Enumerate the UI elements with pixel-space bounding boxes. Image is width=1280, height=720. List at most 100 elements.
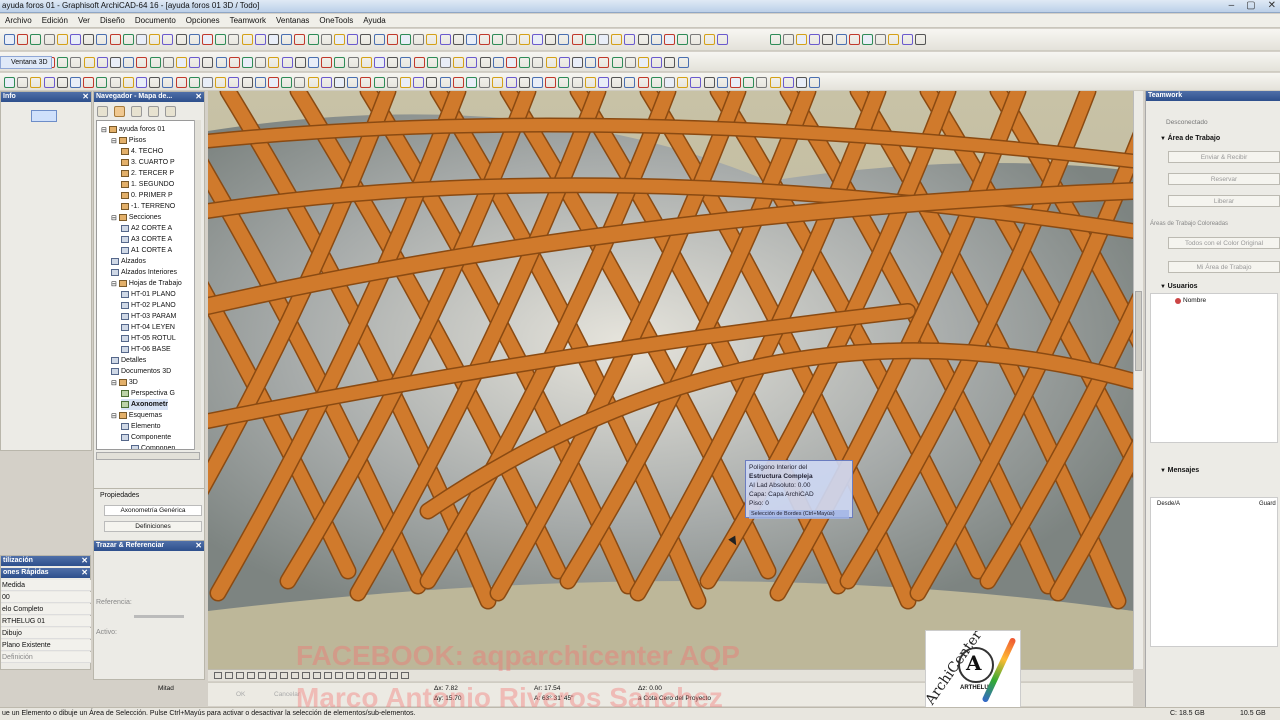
toolbar-tool-icon[interactable] — [585, 57, 597, 68]
toolbar-tool-icon[interactable] — [242, 57, 253, 68]
toolbar-tool-icon[interactable] — [518, 77, 530, 88]
toolbar-tool-icon[interactable] — [611, 57, 623, 68]
layout-book-icon[interactable] — [131, 106, 142, 117]
toolbar-tool-icon[interactable] — [703, 34, 715, 45]
toolbar-tool-icon[interactable] — [664, 34, 675, 45]
toolbar-tool-icon[interactable] — [360, 34, 372, 45]
expand-toggle-icon[interactable]: ⊟ — [111, 412, 117, 420]
navigator-item[interactable]: ⊟ ayuda foros 01 — [101, 124, 165, 135]
toolbar-tool-icon[interactable] — [360, 77, 372, 88]
toolbar-tool-icon[interactable] — [109, 77, 121, 88]
toolbar-tool-icon[interactable] — [519, 57, 531, 68]
view-control-icon[interactable] — [302, 672, 310, 679]
toolbar-tool-icon[interactable] — [334, 34, 345, 45]
toolbar-tool-icon[interactable] — [294, 34, 306, 45]
toolbar-tool-icon[interactable] — [122, 34, 134, 45]
view-control-icon[interactable] — [357, 672, 365, 679]
navigator-item[interactable]: HT-06 BASE — [121, 344, 171, 355]
view-control-icon[interactable] — [379, 672, 387, 679]
viewport-vertical-scrollbar[interactable] — [1133, 91, 1143, 669]
toolbar-tool-icon[interactable] — [176, 57, 187, 68]
toolbar-tool-icon[interactable] — [558, 34, 570, 45]
toolbar-tool-icon[interactable] — [294, 57, 306, 68]
navigator-item[interactable]: Componen — [131, 443, 175, 449]
toolbar-tool-icon[interactable] — [347, 34, 359, 45]
toolbar-tool-icon[interactable] — [624, 34, 636, 45]
tree-horizontal-scrollbar[interactable] — [96, 452, 200, 460]
navigator-item[interactable]: 3. CUARTO P — [121, 157, 175, 168]
toolbar-tool-icon[interactable] — [532, 34, 543, 45]
navigator-item[interactable]: Elemento — [121, 421, 161, 432]
toolbar-tool-icon[interactable] — [690, 77, 702, 88]
toolbar-tool-icon[interactable] — [386, 77, 398, 88]
toolbar-tool-icon[interactable] — [360, 57, 372, 68]
toolbar-tool-icon[interactable] — [57, 57, 69, 68]
navigator-item[interactable]: A1 CORTE A — [121, 245, 172, 256]
toolbar-tool-icon[interactable] — [518, 34, 530, 45]
navigator-item[interactable]: A3 CORTE A — [121, 234, 172, 245]
toolbar-tool-icon[interactable] — [796, 34, 807, 45]
toolbar-tool-icon[interactable] — [347, 57, 359, 68]
toolbar-tool-icon[interactable] — [703, 77, 715, 88]
toolbar-tool-icon[interactable] — [651, 57, 663, 68]
navigator-item[interactable]: 4. TECHO — [121, 146, 163, 157]
toolbar-tool-icon[interactable] — [228, 34, 240, 45]
menu-edicion[interactable]: Edición — [37, 16, 73, 25]
toolbar-tool-icon[interactable] — [122, 77, 134, 88]
toolbar-tool-icon[interactable] — [149, 57, 161, 68]
navigator-item[interactable]: Alzados Interiores — [111, 267, 177, 278]
toolbar-tool-icon[interactable] — [255, 57, 267, 68]
toolbar-tool-icon[interactable] — [638, 57, 649, 68]
toolbar-tool-icon[interactable] — [677, 57, 689, 68]
3d-model-canvas[interactable] — [208, 91, 1133, 669]
toolbar-tool-icon[interactable] — [479, 57, 491, 68]
toolbar-tool-icon[interactable] — [373, 34, 385, 45]
toolbar-tool-icon[interactable] — [400, 77, 411, 88]
view-control-icon[interactable] — [269, 672, 277, 679]
navigator-item[interactable]: A2 CORTE A — [121, 223, 172, 234]
navigator-item[interactable]: -1. TERRENO — [121, 201, 175, 212]
toolbar-tool-icon[interactable] — [716, 34, 728, 45]
toolbar-tool-icon[interactable] — [268, 77, 279, 88]
toolbar-tool-icon[interactable] — [175, 34, 187, 45]
expand-toggle-icon[interactable]: ⊟ — [111, 280, 117, 288]
toolbar-tool-icon[interactable] — [716, 77, 728, 88]
quick-option-row[interactable]: elo Completo — [1, 604, 91, 615]
toolbar-tool-icon[interactable] — [241, 77, 253, 88]
toolbar-tool-icon[interactable] — [888, 34, 900, 45]
view-control-icon[interactable] — [214, 672, 222, 679]
toolbar-tool-icon[interactable] — [809, 34, 821, 45]
toolbar-tool-icon[interactable] — [136, 77, 147, 88]
toolbar-tool-icon[interactable] — [162, 77, 174, 88]
quick-option-row[interactable]: Plano Existente — [1, 640, 91, 651]
close-button[interactable]: ✕ — [1268, 0, 1276, 11]
view-control-icon[interactable] — [258, 672, 266, 679]
quick-option-row[interactable]: Definición — [1, 652, 91, 663]
navigator-item[interactable]: HT-05 ROTUL — [121, 333, 176, 344]
toolbar-tool-icon[interactable] — [189, 57, 201, 68]
toolbar-tool-icon[interactable] — [202, 77, 213, 88]
toolbar-tool-icon[interactable] — [17, 77, 29, 88]
opacity-slider[interactable] — [134, 615, 184, 618]
view-control-icon[interactable] — [225, 672, 233, 679]
toolbar-tool-icon[interactable] — [650, 77, 662, 88]
navigator-item[interactable]: Detalles — [111, 355, 146, 366]
toolbar-tool-icon[interactable] — [505, 77, 517, 88]
toolbar-tool-icon[interactable] — [782, 34, 794, 45]
project-map-icon[interactable] — [97, 106, 108, 117]
3d-viewport[interactable] — [208, 91, 1133, 669]
toolbar-tool-icon[interactable] — [598, 77, 609, 88]
toolbar-tool-icon[interactable] — [782, 77, 794, 88]
toolbar-tool-icon[interactable] — [505, 34, 517, 45]
view-control-icon[interactable] — [236, 672, 244, 679]
menu-ventanas[interactable]: Ventanas — [271, 16, 314, 25]
view-control-icon[interactable] — [401, 672, 409, 679]
toolbar-tool-icon[interactable] — [400, 57, 412, 68]
toolbar-tool-icon[interactable] — [175, 77, 187, 88]
view-control-icon[interactable] — [346, 672, 354, 679]
view-control-icon[interactable] — [280, 672, 288, 679]
toolbar-tool-icon[interactable] — [320, 34, 332, 45]
tree-vertical-scrollbar[interactable] — [194, 120, 201, 450]
menu-documento[interactable]: Documento — [130, 16, 181, 25]
navigator-item[interactable]: Documentos 3D — [111, 366, 171, 377]
